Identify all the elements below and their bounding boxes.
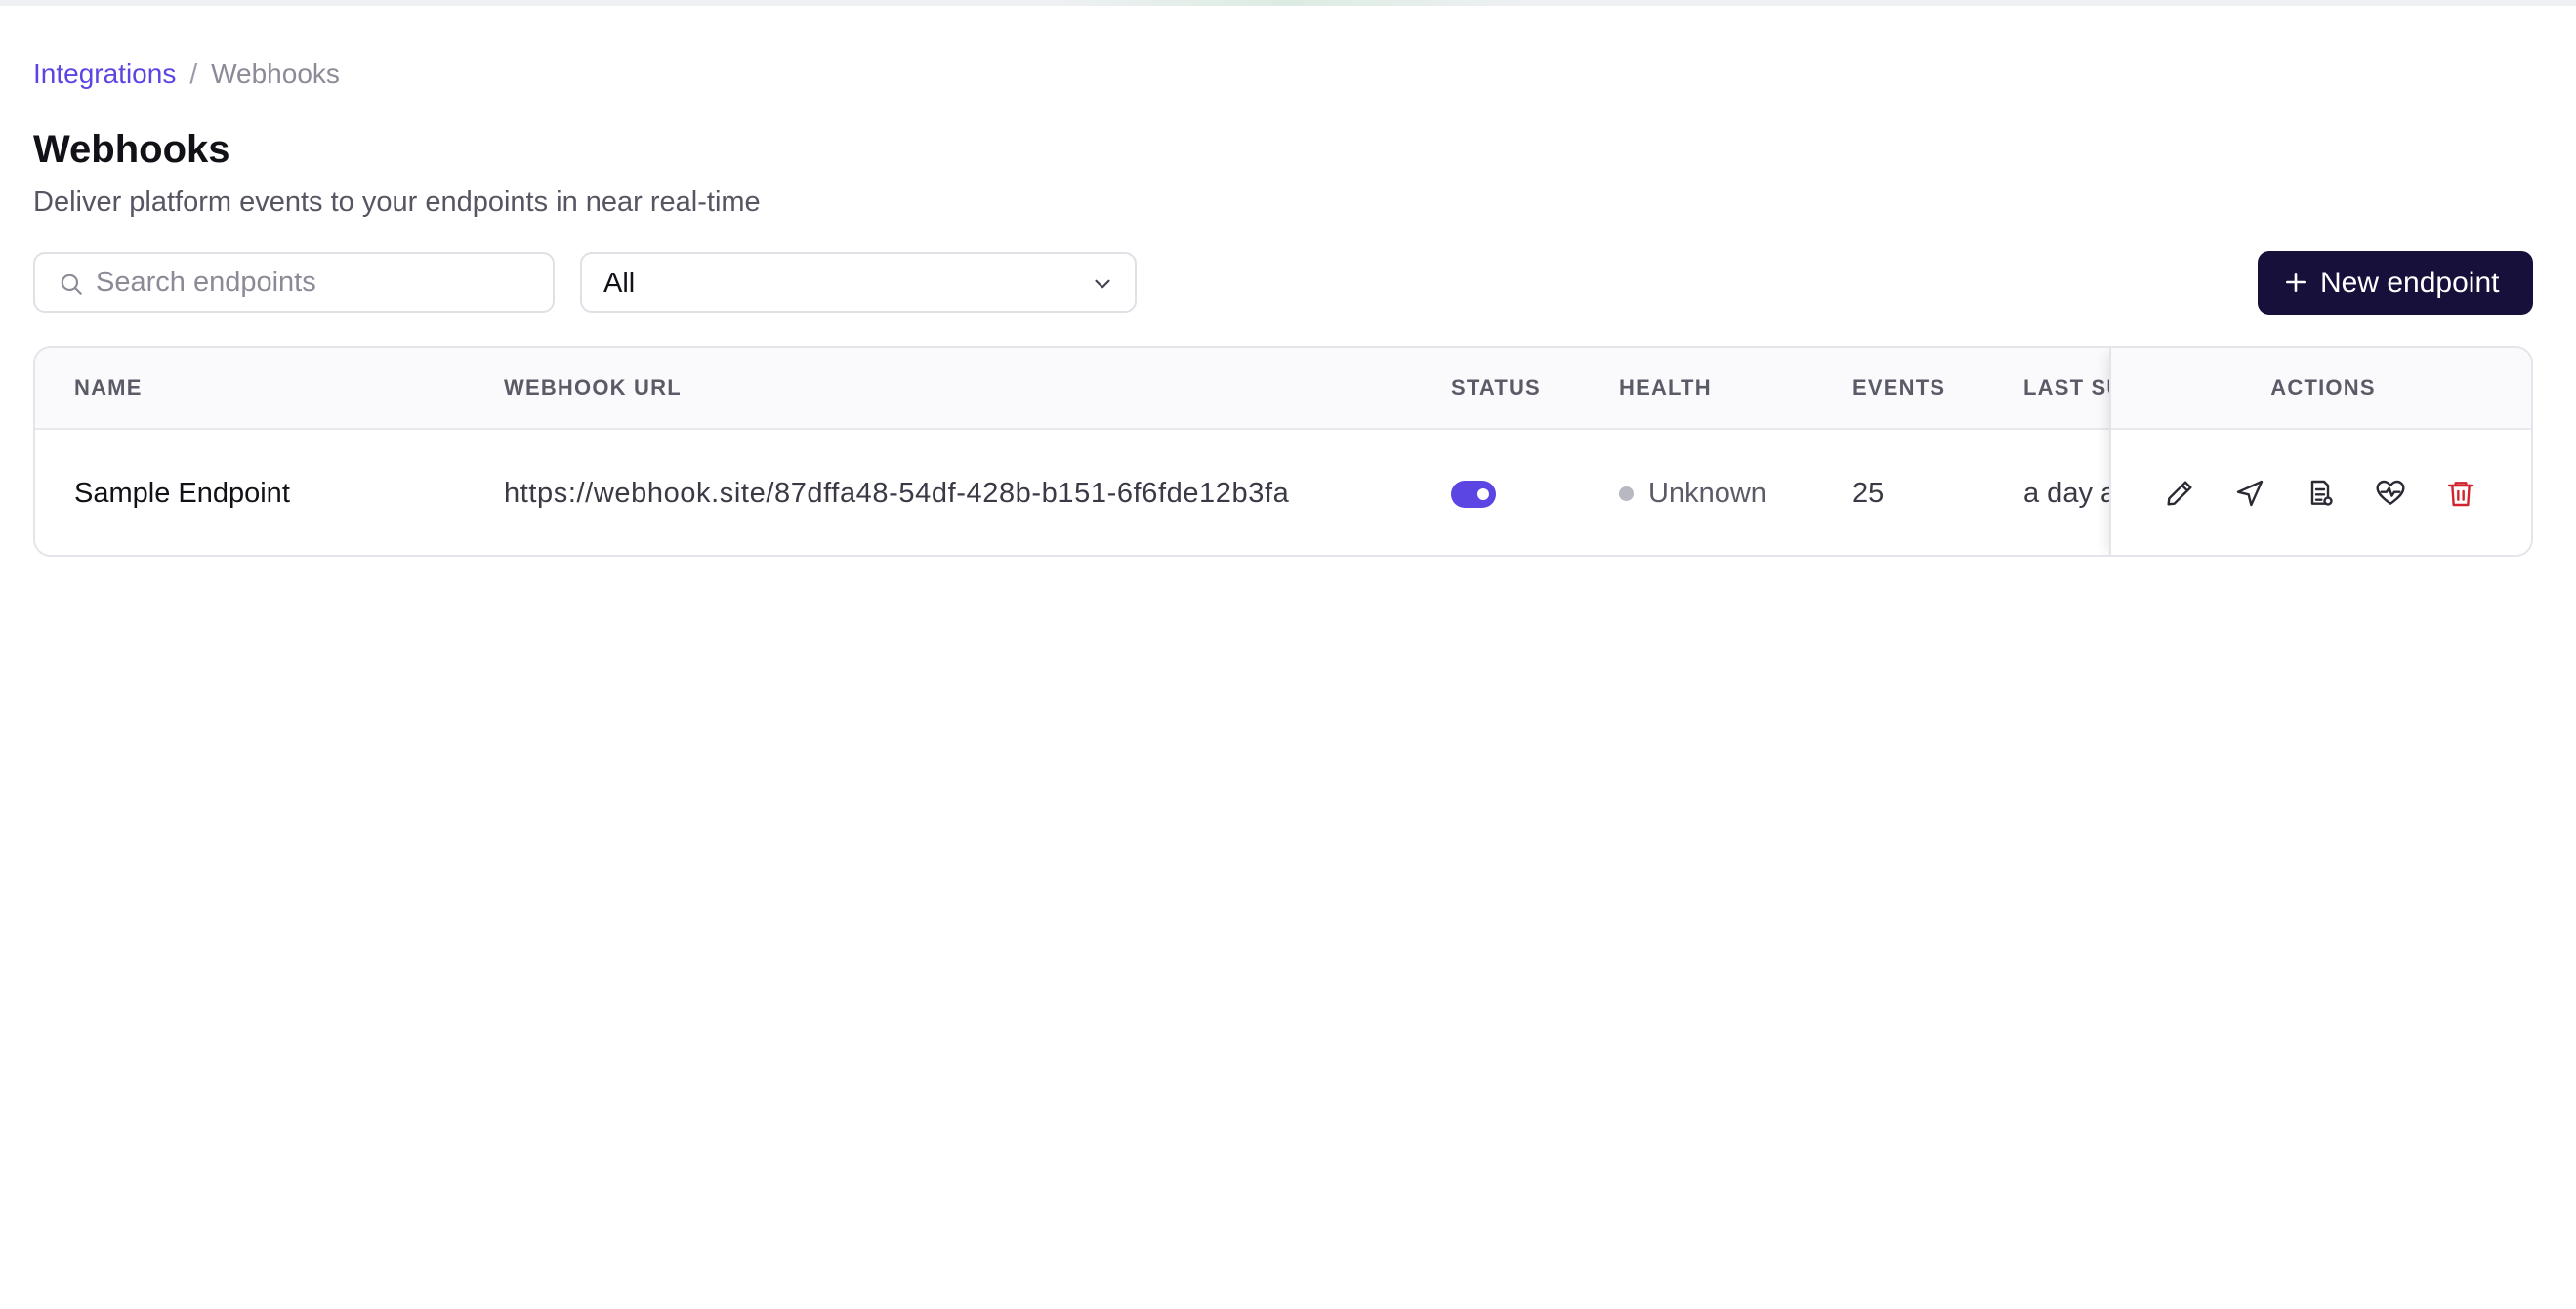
breadcrumb: Integrations / Webhooks bbox=[33, 57, 340, 92]
send-icon[interactable] bbox=[2234, 478, 2265, 509]
column-header-actions: ACTIONS bbox=[2111, 348, 2531, 430]
logs-icon[interactable] bbox=[2305, 478, 2336, 509]
column-header-last-success[interactable]: LAST SUCCESS bbox=[2023, 348, 2109, 428]
column-header-name[interactable]: NAME bbox=[74, 348, 143, 428]
last-success-time: a day ago bbox=[2023, 478, 2109, 509]
events-count: 25 bbox=[1852, 478, 1885, 509]
new-endpoint-button[interactable]: New endpoint bbox=[2258, 251, 2533, 315]
row-actions bbox=[2111, 430, 2531, 555]
endpoint-url: https://webhook.site/87dffa48-54df-428b-… bbox=[504, 478, 1290, 509]
actions-column: ACTIONS bbox=[2109, 348, 2531, 555]
delete-icon[interactable] bbox=[2445, 478, 2476, 509]
column-header-url[interactable]: WEBHOOK URL bbox=[504, 348, 682, 428]
breadcrumb-current: Webhooks bbox=[211, 59, 340, 89]
page-title: Webhooks bbox=[33, 128, 230, 171]
webhooks-table: NAME WEBHOOK URL STATUS HEALTH EVENTS LA… bbox=[33, 346, 2533, 557]
plus-icon bbox=[2286, 273, 2306, 292]
search-icon bbox=[61, 274, 82, 295]
chevron-down-icon bbox=[1095, 279, 1110, 289]
endpoint-name: Sample Endpoint bbox=[74, 478, 290, 509]
column-header-status[interactable]: STATUS bbox=[1451, 348, 1541, 428]
toggle-knob bbox=[1477, 488, 1489, 500]
page-subtitle: Deliver platform events to your endpoint… bbox=[33, 187, 761, 218]
breadcrumb-integrations-link[interactable]: Integrations bbox=[33, 59, 176, 89]
health-status-dot bbox=[1619, 486, 1634, 501]
column-header-health[interactable]: HEALTH bbox=[1619, 348, 1712, 428]
search-box bbox=[33, 252, 555, 313]
status-filter-select[interactable]: All bbox=[580, 252, 1137, 313]
health-label: Unknown bbox=[1648, 478, 1766, 509]
edit-icon[interactable] bbox=[2164, 478, 2195, 509]
new-endpoint-label: New endpoint bbox=[2320, 267, 2500, 299]
heartbeat-icon[interactable] bbox=[2375, 478, 2406, 509]
breadcrumb-separator: / bbox=[189, 59, 198, 89]
column-header-events[interactable]: EVENTS bbox=[1852, 348, 1945, 428]
status-filter-value: All bbox=[603, 268, 636, 299]
status-toggle[interactable] bbox=[1451, 481, 1496, 508]
top-loading-bar bbox=[0, 0, 2576, 6]
search-input[interactable] bbox=[96, 262, 535, 303]
